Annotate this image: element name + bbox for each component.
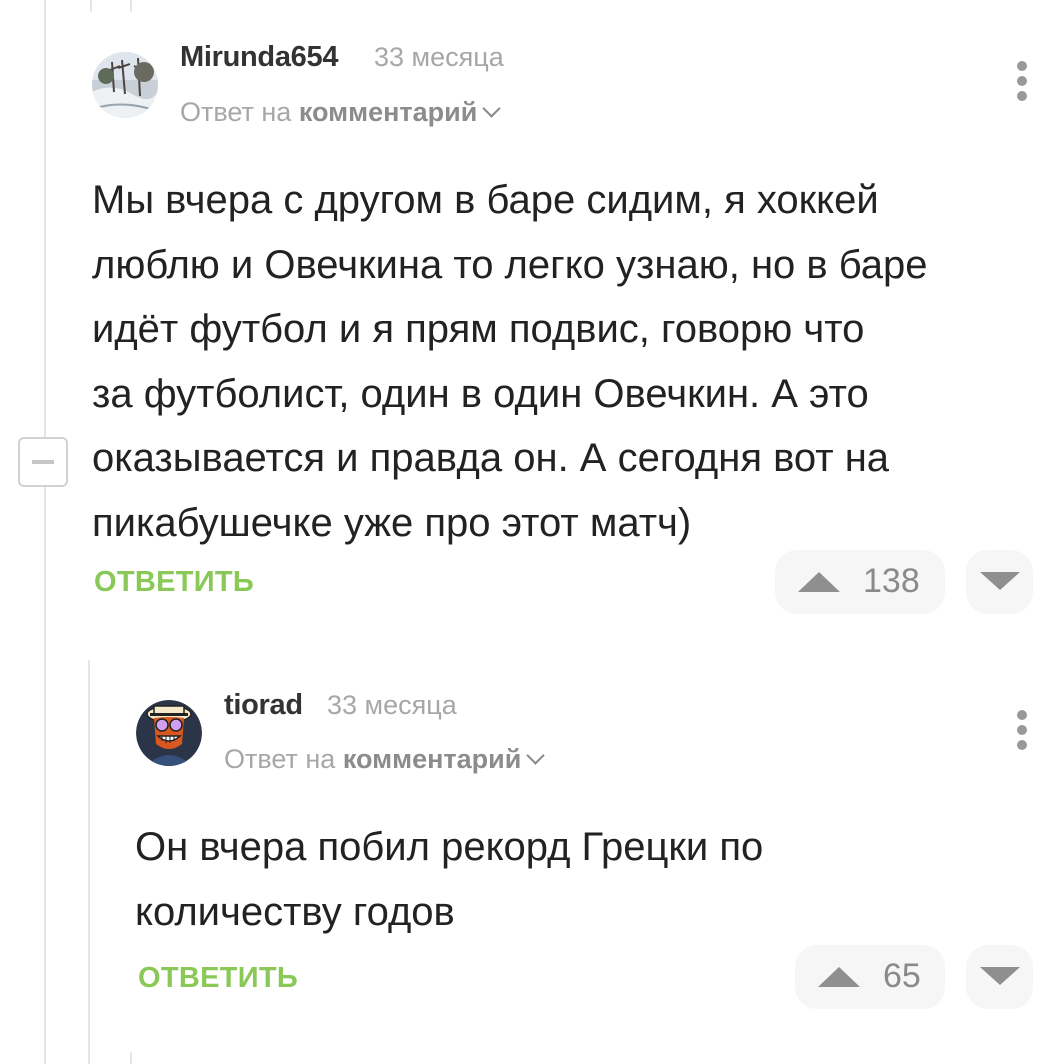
comment-menu-button[interactable] xyxy=(1015,710,1029,755)
chevron-down-icon xyxy=(526,746,546,765)
comment-menu-button[interactable] xyxy=(1015,61,1029,106)
reply-button[interactable]: ОТВЕТИТЬ xyxy=(138,962,298,995)
comment-author[interactable]: Mirunda654 xyxy=(180,41,338,74)
comment-time: 33 месяца xyxy=(327,690,457,720)
comment-author[interactable]: tiorad xyxy=(224,689,303,722)
reply-button[interactable]: ОТВЕТИТЬ xyxy=(94,566,254,599)
comment-text: Он вчера побил рекорд Грецки по количест… xyxy=(135,825,764,934)
reply-to-prefix: Ответ на xyxy=(224,744,336,774)
comment-text: Мы вчера с другом в баре сидим, я хоккей… xyxy=(92,178,928,545)
chevron-down-icon xyxy=(482,99,502,118)
avatar[interactable] xyxy=(92,52,158,118)
rating-count: 65 xyxy=(883,957,921,995)
thread-line-outer xyxy=(44,0,46,1064)
upvote-button[interactable]: 65 xyxy=(795,945,945,1009)
thread-line-inner xyxy=(88,660,90,1064)
triangle-down-icon xyxy=(980,967,1020,985)
rating-count: 138 xyxy=(863,562,920,600)
downvote-button[interactable] xyxy=(966,945,1033,1009)
upvote-button[interactable]: 138 xyxy=(775,550,945,614)
reply-to-link[interactable]: Ответ на комментарий xyxy=(224,744,546,775)
triangle-up-icon xyxy=(818,967,860,987)
downvote-button[interactable] xyxy=(966,550,1033,614)
reply-to-link[interactable]: Ответ на комментарий xyxy=(180,97,502,128)
comment-time: 33 месяца xyxy=(374,42,504,72)
reply-to-prefix: Ответ на xyxy=(180,97,292,127)
collapse-thread-button[interactable] xyxy=(18,437,68,487)
triangle-down-icon xyxy=(980,572,1020,590)
avatar[interactable] xyxy=(136,700,202,766)
minus-icon xyxy=(32,460,54,464)
more-vertical-icon xyxy=(1017,710,1027,720)
thread-line-top xyxy=(90,0,92,12)
thread-line-top-2 xyxy=(130,0,132,12)
reply-to-target: комментарий xyxy=(342,744,522,774)
reply-to-target: комментарий xyxy=(298,97,478,127)
more-vertical-icon xyxy=(1017,61,1027,71)
thread-line-bottom xyxy=(130,1052,132,1064)
triangle-up-icon xyxy=(798,572,840,592)
